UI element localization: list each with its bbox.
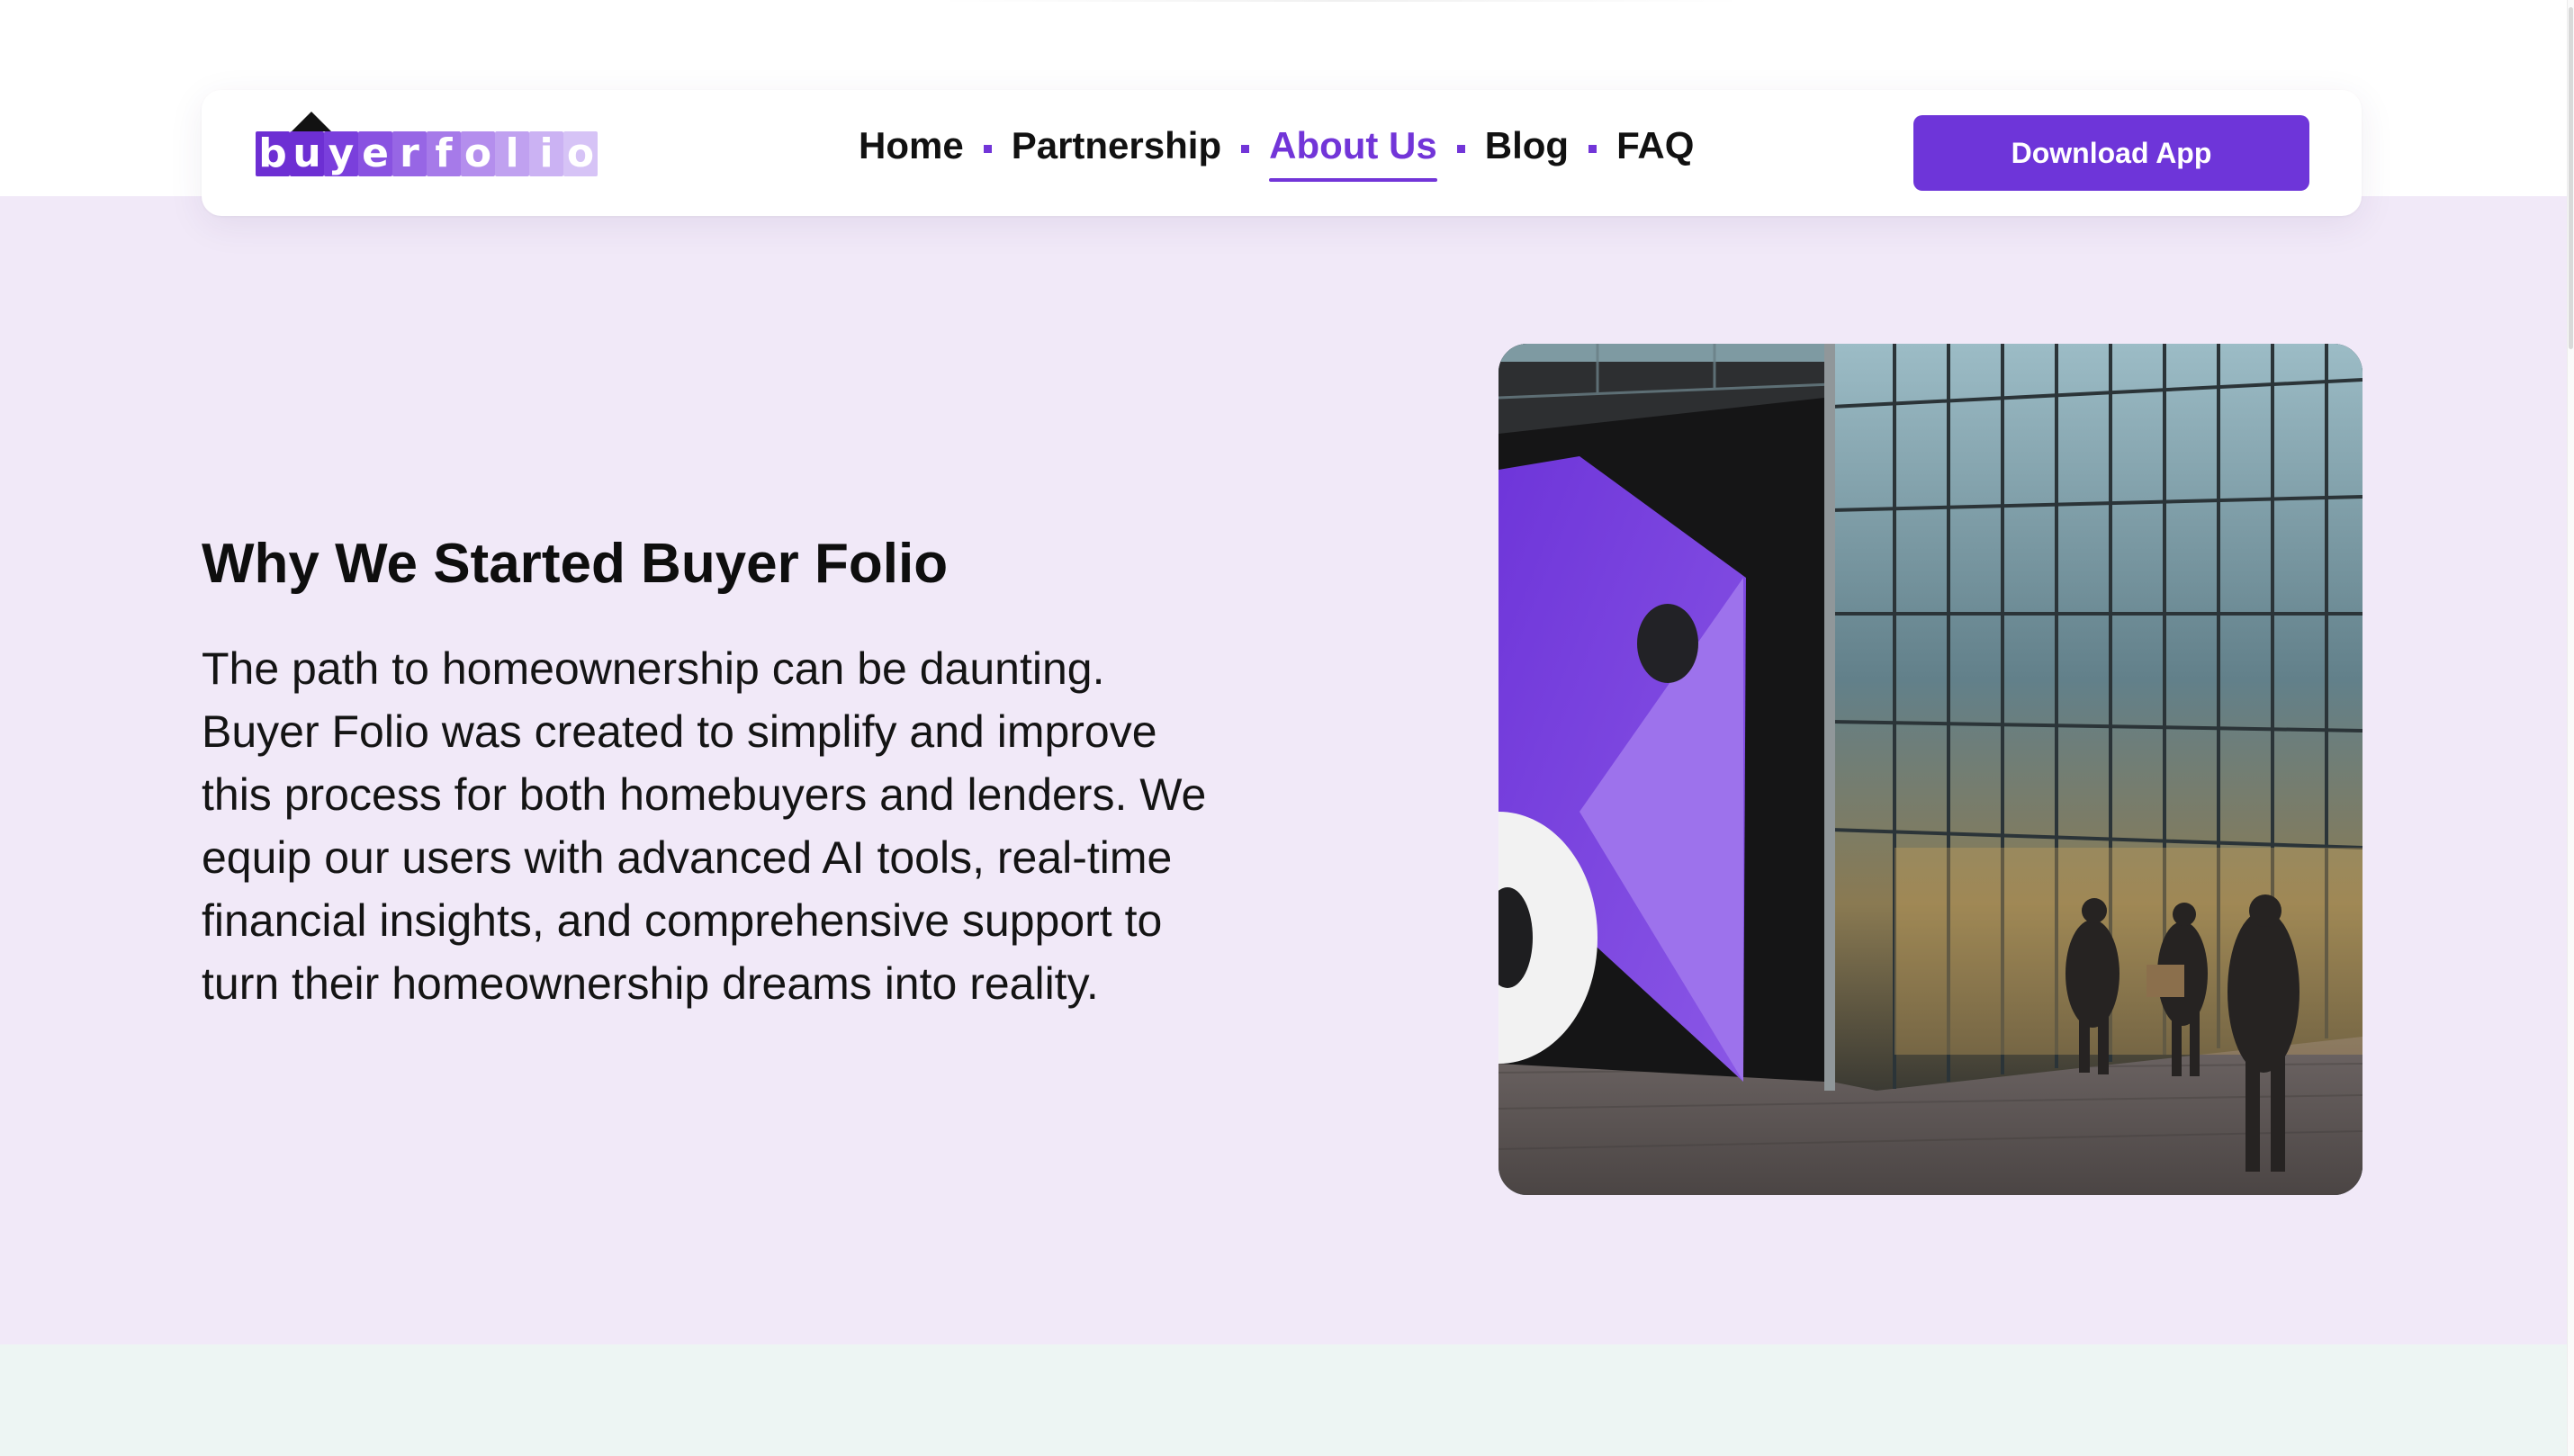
page-title: Why We Started Buyer Folio	[202, 533, 949, 595]
logo-letter: o	[563, 131, 598, 176]
hero-text-line: this process for both homebuyers and len…	[202, 769, 1207, 820]
nav-separator	[1456, 144, 1465, 153]
hero-description: The path to homeownership can be dauntin…	[202, 637, 1291, 1015]
logo-letter: o	[461, 131, 495, 176]
logo-letter: e	[358, 131, 392, 176]
nav-separator	[1241, 144, 1250, 153]
office-building-illustration	[1498, 344, 2362, 1195]
hero-text-line: Buyer Folio was created to simplify and …	[202, 706, 1157, 757]
download-app-button[interactable]: Download App	[1913, 115, 2309, 191]
main-nav: Home Partnership About Us Blog FAQ	[859, 117, 1694, 182]
logo-letter: u	[290, 131, 324, 176]
logo-letter: r	[392, 131, 427, 176]
nav-home[interactable]: Home	[859, 124, 964, 173]
logo-letter: f	[427, 131, 461, 176]
logo-letter: y	[324, 131, 358, 176]
scrollbar-thumb[interactable]	[2569, 7, 2573, 349]
nav-blog[interactable]: Blog	[1485, 124, 1569, 173]
nav-about-us[interactable]: About Us	[1269, 124, 1437, 182]
top-edge-shadow	[936, 0, 1746, 2]
scrollbar[interactable]	[2567, 0, 2574, 1456]
hero-text-line: turn their homeownership dreams into rea…	[202, 958, 1099, 1009]
nav-partnership[interactable]: Partnership	[1012, 124, 1221, 173]
hero-text-line: financial insights, and comprehensive su…	[202, 895, 1163, 946]
logo-letter: i	[529, 131, 563, 176]
navbar: b u y e r f o l i o Home Partnership Abo…	[202, 90, 2362, 216]
hero-text-line: equip our users with advanced AI tools, …	[202, 832, 1173, 883]
buyerfolio-logo[interactable]: b u y e r f o l i o	[256, 112, 607, 180]
office-building-image	[1498, 344, 2362, 1195]
logo-letter: b	[256, 131, 290, 176]
nav-faq[interactable]: FAQ	[1616, 124, 1694, 173]
nav-separator	[1588, 144, 1598, 153]
nav-separator	[983, 144, 992, 153]
logo-letter: l	[495, 131, 529, 176]
roof-icon	[292, 112, 331, 131]
hero-text-line: The path to homeownership can be dauntin…	[202, 643, 1105, 694]
next-section	[0, 1344, 2574, 1456]
